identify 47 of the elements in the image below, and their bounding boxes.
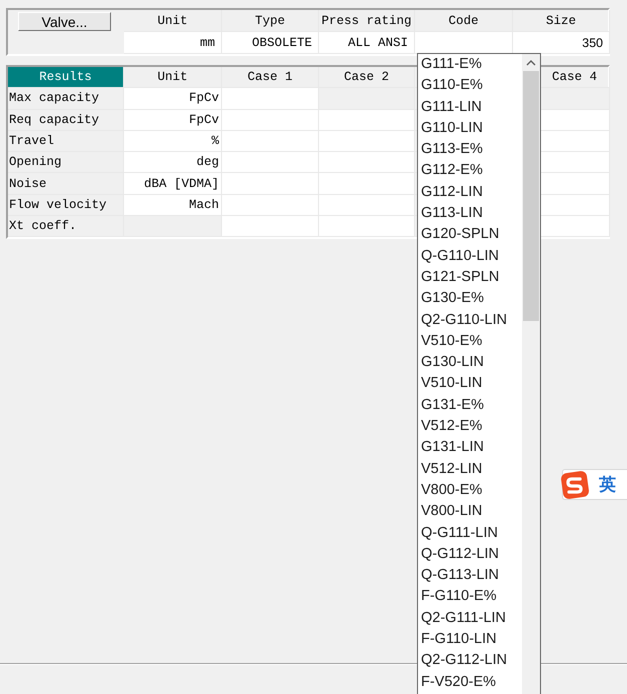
unit-cell: % — [124, 130, 222, 152]
dropdown-item[interactable]: Q-G112-LIN — [421, 544, 522, 566]
dropdown-item[interactable]: G110-LIN — [421, 118, 522, 140]
value-cell[interactable]: OBSOLETE — [222, 32, 319, 54]
ime-indicator[interactable]: 英 — [562, 469, 627, 500]
dropdown-item[interactable]: V800-LIN — [421, 501, 522, 523]
dropdown-item[interactable]: G130-E% — [421, 288, 522, 310]
dropdown-item[interactable]: Q-G110-LIN — [421, 246, 522, 267]
dropdown-item[interactable]: Q-G113-LIN — [421, 565, 522, 586]
unit-cell: deg — [124, 152, 222, 174]
value-cell[interactable]: 350 — [513, 32, 610, 54]
dropdown-item[interactable]: F-G110-LIN — [421, 629, 522, 650]
dropdown-item[interactable]: Q2-G110-LIN — [421, 310, 522, 331]
dropdown-item[interactable]: V800-E% — [421, 480, 522, 502]
unit-cell: FpCv — [124, 88, 222, 110]
value-cell[interactable]: ALL ANSI — [319, 32, 415, 54]
unit-cell: Mach — [124, 194, 222, 216]
dropdown-item[interactable]: Q2-G112-LIN — [421, 650, 522, 672]
dropdown-item[interactable]: G131-LIN — [421, 437, 522, 459]
code-field[interactable] — [415, 32, 513, 54]
valve-button[interactable]: Valve... — [18, 12, 111, 31]
scroll-up-icon[interactable] — [526, 60, 536, 66]
results-header[interactable]: Results — [8, 67, 124, 88]
dropdown-item[interactable]: G131-E% — [421, 394, 522, 416]
dropdown-item[interactable]: G113-LIN — [421, 203, 522, 224]
dropdown-item[interactable]: G121-SPLN — [421, 266, 522, 288]
dropdown-item[interactable]: G120-SPLN — [421, 224, 522, 246]
dropdown-item[interactable]: V510-E% — [421, 330, 522, 352]
dropdown-item[interactable]: V510-LIN — [421, 373, 522, 395]
dropdown-item[interactable]: V512-LIN — [421, 458, 522, 480]
scrollbar[interactable] — [522, 54, 540, 694]
dropdown-item[interactable]: F-G110-E% — [421, 586, 522, 608]
dropdown-item[interactable]: G111-LIN — [421, 96, 522, 118]
dropdown-item[interactable]: G113-E% — [421, 139, 522, 160]
dropdown-item[interactable]: G112-LIN — [421, 182, 522, 204]
ime-mode-label: 英 — [599, 474, 616, 496]
dropdown-item[interactable]: G112-E% — [421, 160, 522, 182]
scrollbar-thumb[interactable] — [523, 71, 539, 321]
dropdown-item[interactable]: F-V520-E% — [421, 672, 522, 693]
unit-cell: dBA [VDMA] — [124, 173, 222, 195]
unit-cell: FpCv — [124, 110, 222, 131]
dropdown-item[interactable]: Q-G111-LIN — [421, 522, 522, 544]
value-cell[interactable]: mm — [124, 32, 222, 54]
dropdown-item[interactable]: V512-E% — [421, 416, 522, 438]
dropdown-item[interactable]: G130-LIN — [421, 352, 522, 374]
s-logo-icon — [561, 470, 589, 498]
dropdown-item[interactable]: Q2-G111-LIN — [421, 608, 522, 630]
